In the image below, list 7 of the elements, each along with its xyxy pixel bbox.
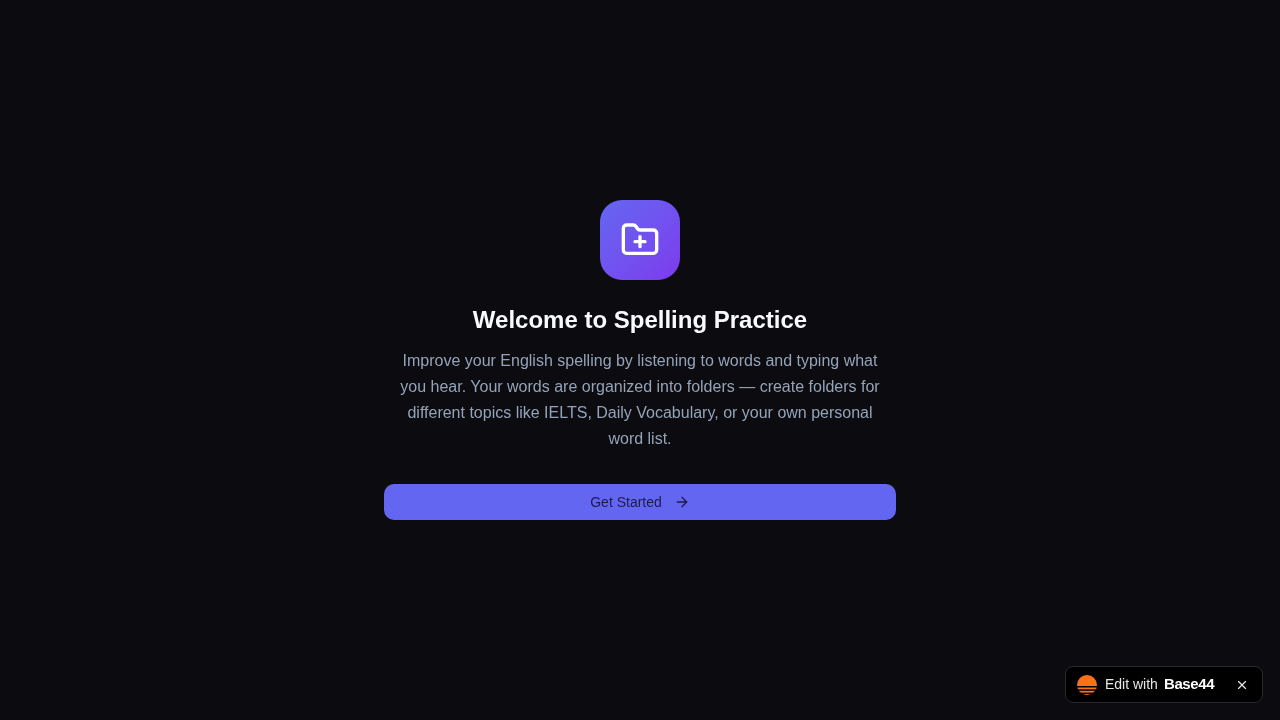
folder-plus-icon (600, 200, 680, 280)
get-started-button[interactable]: Get Started (384, 484, 896, 520)
welcome-title: Welcome to Spelling Practice (472, 305, 808, 335)
striped-sun-logo-icon (1077, 674, 1097, 695)
welcome-description: Improve your English spelling by listening to words and typing what you hear. Your words are organized into folders — create folders for different topics like IELTS, Daily Vocabulary, or your own personal word list. (399, 351, 881, 449)
brand-name: Base44 (1163, 674, 1215, 695)
edit-with-label: Edit with (1105, 675, 1158, 694)
